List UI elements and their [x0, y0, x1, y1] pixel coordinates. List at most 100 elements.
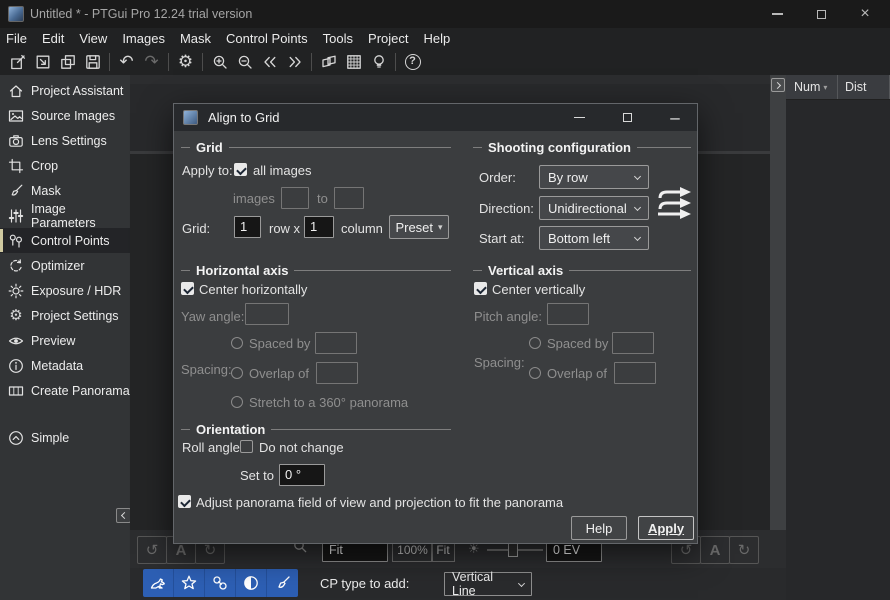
zoom-out-button[interactable] — [232, 50, 257, 74]
v-spaced-by-radio[interactable] — [529, 337, 541, 349]
pitch-angle-label: Pitch angle: — [474, 309, 542, 324]
main-toolbar: ↶ ↷ ⚙ ? — [0, 48, 890, 75]
contrast-icon — [242, 574, 260, 592]
sidebar-item-label: Metadata — [31, 359, 83, 373]
roll-angle-input[interactable]: 0 ° — [279, 464, 325, 486]
sort-icon: ▾ — [823, 83, 827, 92]
sliders-icon — [8, 208, 24, 224]
cp-column-dist[interactable]: Dist — [838, 75, 890, 99]
tips-button[interactable] — [366, 50, 391, 74]
redo-button[interactable]: ↷ — [139, 50, 164, 74]
contrast-button[interactable] — [236, 569, 267, 597]
mark-cp-button[interactable] — [174, 569, 205, 597]
menu-tools[interactable]: Tools — [323, 31, 353, 46]
grid-cols-input[interactable]: 1 — [304, 216, 334, 238]
h-overlap-radio[interactable] — [231, 367, 243, 379]
copy-icon — [60, 54, 76, 70]
sidebar-item-source-images[interactable]: Source Images — [0, 103, 130, 128]
overlapping-frames-icon — [321, 54, 337, 70]
cp-type-select[interactable]: Vertical Line — [444, 572, 532, 596]
expand-panel-button[interactable] — [771, 78, 785, 92]
new-project-button[interactable] — [5, 50, 30, 74]
dialog-minimize-button[interactable] — [559, 104, 599, 131]
menu-control-points[interactable]: Control Points — [226, 31, 308, 46]
sidebar-item-label: Create Panorama — [31, 384, 130, 398]
sidebar-item-label: Project Settings — [31, 309, 119, 323]
grid-rows-input[interactable]: 1 — [234, 216, 261, 238]
minimize-button[interactable] — [758, 0, 796, 28]
stretch-360-radio[interactable] — [231, 396, 243, 408]
vertical-splitter[interactable] — [770, 75, 786, 530]
paintbrush-icon — [274, 574, 292, 592]
paint-cp-button[interactable] — [267, 569, 298, 597]
sidebar-item-lens-settings[interactable]: Lens Settings — [0, 128, 130, 153]
auto-rotate-button[interactable]: A — [700, 536, 730, 564]
help-button[interactable]: ? — [400, 50, 425, 74]
sidebar-item-create-panorama[interactable]: Create Panorama — [0, 378, 130, 403]
brightness-slider-thumb[interactable] — [508, 542, 518, 557]
center-vertically-checkbox[interactable] — [474, 282, 487, 295]
rotate-cw-button[interactable]: ↻ — [729, 536, 759, 564]
sidebar-item-exposure-hdr[interactable]: Exposure / HDR — [0, 278, 130, 303]
direction-select[interactable]: Unidirectional — [539, 196, 649, 220]
zoom-in-button[interactable] — [207, 50, 232, 74]
menu-project[interactable]: Project — [368, 31, 408, 46]
menu-images[interactable]: Images — [122, 31, 165, 46]
zoom-out-icon — [237, 54, 253, 70]
save-button[interactable] — [80, 50, 105, 74]
cp-column-num[interactable]: Num▾ — [786, 75, 838, 99]
menu-help[interactable]: Help — [424, 31, 451, 46]
panorama-editor-button[interactable] — [316, 50, 341, 74]
rotate-ccw-button[interactable]: ↺ — [137, 536, 167, 564]
menu-mask[interactable]: Mask — [180, 31, 211, 46]
order-select[interactable]: By row — [539, 165, 649, 189]
open-project-button[interactable] — [30, 50, 55, 74]
dialog-maximize-button[interactable] — [607, 104, 647, 131]
collapse-sidebar-button[interactable] — [116, 508, 131, 523]
undo-button[interactable]: ↶ — [114, 50, 139, 74]
sidebar-item-mask[interactable]: Mask — [0, 178, 130, 203]
sidebar-item-project-assistant[interactable]: Project Assistant — [0, 78, 130, 103]
sidebar-item-project-settings[interactable]: ⚙Project Settings — [0, 303, 130, 328]
center-vertically-label: Center vertically — [492, 282, 585, 297]
generate-cp-button[interactable] — [143, 569, 174, 597]
h-spacing-label: Spacing: — [181, 362, 232, 377]
sidebar-item-simple[interactable]: Simple — [0, 425, 130, 450]
sidebar-item-crop[interactable]: Crop — [0, 153, 130, 178]
previous-button[interactable] — [257, 50, 282, 74]
all-images-checkbox[interactable] — [234, 163, 247, 176]
gear-icon: ⚙ — [178, 53, 193, 70]
save-icon — [85, 54, 101, 70]
sidebar-item-label: Exposure / HDR — [31, 284, 121, 298]
maximize-button[interactable] — [802, 0, 840, 28]
dialog-apply-button[interactable]: Apply — [638, 516, 694, 540]
sidebar-item-optimizer[interactable]: Optimizer — [0, 253, 130, 278]
preset-button[interactable]: Preset ▾ — [389, 215, 449, 239]
sidebar: Project Assistant Source Images Lens Set… — [0, 75, 130, 600]
sidebar-item-preview[interactable]: Preview — [0, 328, 130, 353]
duplicate-button[interactable] — [55, 50, 80, 74]
next-button[interactable] — [282, 50, 307, 74]
settings-button[interactable]: ⚙ — [173, 50, 198, 74]
link-images-button[interactable] — [205, 569, 236, 597]
sidebar-item-image-parameters[interactable]: Image Parameters — [0, 203, 130, 228]
toolbar-separator — [395, 53, 396, 71]
menu-view[interactable]: View — [79, 31, 107, 46]
adjust-fov-checkbox[interactable] — [178, 495, 191, 508]
start-at-select[interactable]: Bottom left — [539, 226, 649, 250]
h-spaced-by-radio[interactable] — [231, 337, 243, 349]
dialog-close-button[interactable]: – — [655, 104, 695, 131]
detail-table-button[interactable] — [341, 50, 366, 74]
close-button[interactable]: × — [846, 0, 884, 28]
sidebar-item-metadata[interactable]: Metadata — [0, 353, 130, 378]
sidebar-item-control-points[interactable]: Control Points — [0, 228, 130, 253]
all-images-label: all images — [253, 163, 312, 178]
grid-label: Grid: — [182, 221, 210, 236]
section-title: Vertical axis — [488, 263, 563, 278]
menu-file[interactable]: File — [6, 31, 27, 46]
do-not-change-checkbox[interactable] — [240, 440, 253, 453]
v-overlap-radio[interactable] — [529, 367, 541, 379]
dialog-help-button[interactable]: Help — [571, 516, 627, 540]
center-horizontally-checkbox[interactable] — [181, 282, 194, 295]
menu-edit[interactable]: Edit — [42, 31, 64, 46]
